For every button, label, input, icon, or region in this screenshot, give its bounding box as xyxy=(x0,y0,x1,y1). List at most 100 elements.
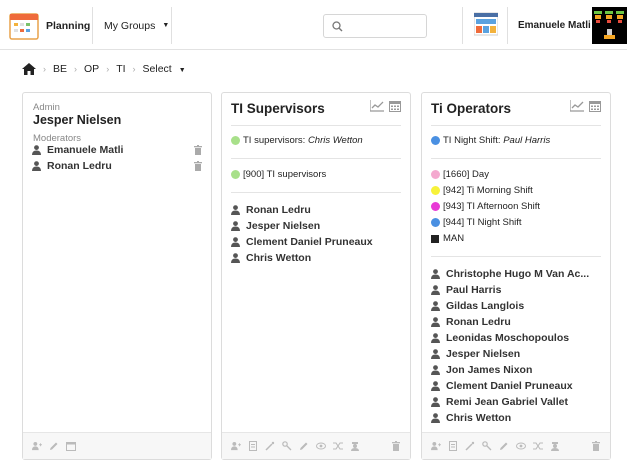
member-name: Leonidas Moschopoulos xyxy=(446,332,570,344)
add-user-icon[interactable] xyxy=(32,441,42,451)
panel-footer xyxy=(222,432,410,459)
trash-icon[interactable] xyxy=(194,161,202,171)
breadcrumb-separator-icon: › xyxy=(43,64,46,74)
member-item[interactable]: Gildas Langlois xyxy=(431,300,524,312)
breadcrumb-item-ti[interactable]: TI xyxy=(116,63,125,75)
member-name: Jesper Nielsen xyxy=(246,220,321,232)
member-item[interactable]: Clement Daniel Pruneaux xyxy=(231,236,373,248)
shift-item[interactable]: [944] TI Night Shift xyxy=(431,217,522,228)
divider xyxy=(231,158,401,159)
member-item[interactable]: Remi Jean Gabriel Vallet xyxy=(431,396,568,408)
user-icon xyxy=(431,333,440,343)
member-item[interactable]: Christophe Hugo M Van Ac... xyxy=(431,268,589,280)
panel-title[interactable]: TI Supervisors xyxy=(231,101,325,116)
eye-icon[interactable] xyxy=(516,441,526,451)
moderators-label: Moderators xyxy=(33,133,82,144)
member-item[interactable]: Jesper Nielsen xyxy=(231,220,320,232)
calendar-app-icon[interactable] xyxy=(9,11,39,41)
magic-wand-icon[interactable] xyxy=(465,441,475,451)
member-name: Ronan Ledru xyxy=(446,316,511,328)
edit-icon[interactable] xyxy=(299,441,309,451)
trash-icon[interactable] xyxy=(194,145,202,155)
user-icon xyxy=(431,413,440,423)
panel-title-actions xyxy=(370,100,401,112)
edit-icon[interactable] xyxy=(49,441,59,451)
member-name: Paul Harris xyxy=(446,284,502,296)
shuffle-icon[interactable] xyxy=(333,441,343,451)
user-icon xyxy=(431,349,440,359)
divider xyxy=(507,7,508,44)
line-chart-icon[interactable] xyxy=(370,100,384,112)
shuffle-icon[interactable] xyxy=(533,441,543,451)
shift-label: [944] TI Night Shift xyxy=(443,217,522,228)
add-user-icon[interactable] xyxy=(431,441,441,451)
breadcrumb-item-be[interactable]: BE xyxy=(53,63,67,75)
shift-label: [900] TI supervisors xyxy=(243,169,327,180)
moderator-item[interactable]: Ronan Ledru xyxy=(32,160,112,172)
app-name[interactable]: Planning xyxy=(46,7,90,44)
panel-footer xyxy=(422,432,610,459)
moderator-item[interactable]: Emanuele Matli xyxy=(32,144,123,156)
trash-icon[interactable] xyxy=(392,441,400,451)
edit-icon[interactable] xyxy=(499,441,509,451)
document-icon[interactable] xyxy=(248,441,258,451)
shift-item[interactable]: [1660] Day xyxy=(431,169,489,180)
member-item[interactable]: Paul Harris xyxy=(431,284,501,296)
user-icon xyxy=(431,397,440,407)
eye-icon[interactable] xyxy=(316,441,326,451)
search-input[interactable] xyxy=(323,14,427,38)
extra-item[interactable]: MAN xyxy=(431,233,464,244)
member-item[interactable]: Chris Wetton xyxy=(431,412,511,424)
shift-item[interactable]: [942] Ti Morning Shift xyxy=(431,185,533,196)
calendar-icon[interactable] xyxy=(589,100,601,112)
home-icon[interactable] xyxy=(22,63,36,75)
color-dot-icon xyxy=(431,202,440,211)
operator-lead[interactable]: TI Night Shift: Paul Harris xyxy=(431,135,550,146)
magic-wand-icon[interactable] xyxy=(265,441,275,451)
user-icon xyxy=(431,285,440,295)
dashboard-icon[interactable] xyxy=(474,12,498,36)
breadcrumb-item-op[interactable]: OP xyxy=(84,63,99,75)
line-chart-icon[interactable] xyxy=(570,100,584,112)
member-name: Clement Daniel Pruneaux xyxy=(246,236,373,248)
shift-item[interactable]: [943] TI Afternoon Shift xyxy=(431,201,540,212)
user-secret-icon[interactable] xyxy=(550,441,560,451)
member-item[interactable]: Leonidas Moschopoulos xyxy=(431,332,569,344)
user-icon xyxy=(431,269,440,279)
my-groups-label: My Groups xyxy=(104,19,156,32)
color-dot-icon xyxy=(431,186,440,195)
add-user-icon[interactable] xyxy=(231,441,241,451)
user-icon xyxy=(431,317,440,327)
color-dot-icon xyxy=(431,136,440,145)
color-dot-icon xyxy=(431,218,440,227)
member-item[interactable]: Jon James Nixon xyxy=(431,364,532,376)
avatar[interactable] xyxy=(592,7,627,44)
color-dot-icon xyxy=(431,170,440,179)
user-secret-icon[interactable] xyxy=(350,441,360,451)
key-icon[interactable] xyxy=(282,441,292,451)
divider xyxy=(431,256,601,257)
calendar-icon[interactable] xyxy=(66,441,76,451)
caret-down-icon: ▼ xyxy=(178,67,186,74)
trash-icon[interactable] xyxy=(592,441,600,451)
supervisor-lead[interactable]: TI supervisors: Chris Wetton xyxy=(231,135,363,146)
member-item[interactable]: Clement Daniel Pruneaux xyxy=(431,380,573,392)
key-icon[interactable] xyxy=(482,441,492,451)
member-name: Clement Daniel Pruneaux xyxy=(446,380,573,392)
member-item[interactable]: Ronan Ledru xyxy=(431,316,511,328)
document-icon[interactable] xyxy=(448,441,458,451)
breadcrumb-select-dropdown[interactable]: Select ▼ xyxy=(143,63,186,75)
divider xyxy=(231,192,401,193)
calendar-icon[interactable] xyxy=(389,100,401,112)
breadcrumb-select-label: Select xyxy=(142,63,172,75)
member-item[interactable]: Jesper Nielsen xyxy=(431,348,520,360)
admin-name[interactable]: Jesper Nielsen xyxy=(33,113,121,127)
my-groups-dropdown[interactable]: My Groups ▼ xyxy=(104,7,169,44)
lead-prefix: TI Night Shift: xyxy=(443,135,501,146)
member-item[interactable]: Ronan Ledru xyxy=(231,204,311,216)
shift-item[interactable]: [900] TI supervisors xyxy=(231,169,326,180)
panel-title[interactable]: Ti Operators xyxy=(431,101,511,116)
square-icon xyxy=(431,234,439,243)
user-name[interactable]: Emanuele Matli xyxy=(518,7,591,44)
member-item[interactable]: Chris Wetton xyxy=(231,252,311,264)
